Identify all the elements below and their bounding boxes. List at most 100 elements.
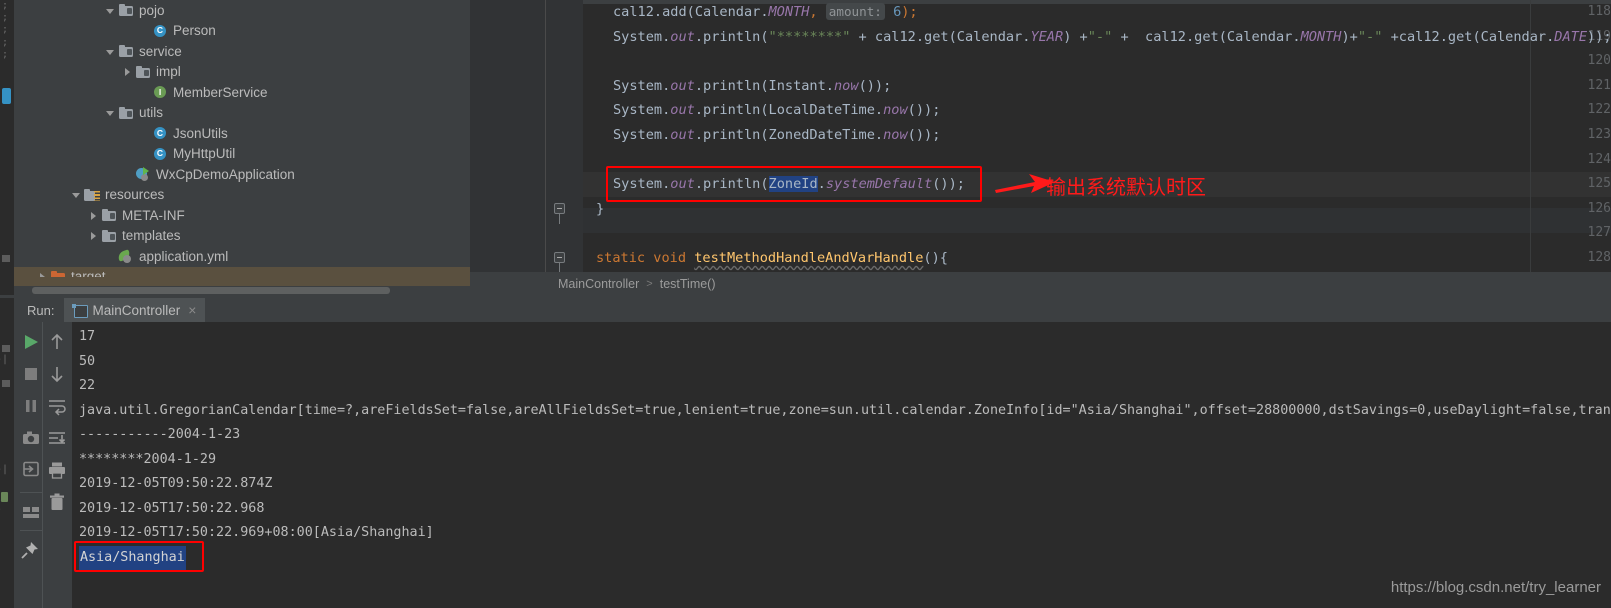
editor-gutter[interactable] bbox=[470, 0, 545, 272]
tree-item-templates[interactable]: templates bbox=[14, 226, 470, 247]
icon-detail bbox=[127, 49, 132, 56]
arrow-up-icon[interactable] bbox=[47, 332, 67, 352]
layout-icon[interactable] bbox=[21, 502, 41, 522]
tree-item-label: Person bbox=[173, 23, 216, 39]
code-line-121[interactable]: System.out.println(Instant.now()); bbox=[583, 74, 891, 99]
tree-item-jsonutils[interactable]: C JsonUtils bbox=[14, 123, 470, 144]
console-line[interactable]: 50 bbox=[79, 350, 95, 375]
pin-icon[interactable] bbox=[20, 540, 40, 560]
tree-item-utils[interactable]: utils bbox=[14, 103, 470, 124]
editor-code-area[interactable]: cal12.add(Calendar.MONTH, amount: 6); Sy… bbox=[583, 0, 1611, 272]
close-icon[interactable]: × bbox=[188, 303, 196, 317]
icon-detail bbox=[110, 213, 115, 220]
tree-item-label: service bbox=[139, 43, 182, 59]
code-token-field: out bbox=[670, 102, 695, 119]
target-folder-icon bbox=[50, 269, 66, 277]
code-token: } bbox=[596, 200, 605, 217]
tree-item-service[interactable]: service bbox=[14, 41, 470, 62]
code-line-126[interactable]: } bbox=[583, 197, 604, 222]
no-chevron bbox=[104, 250, 117, 263]
code-line-119[interactable]: System.out.println("********" + cal12.ge… bbox=[583, 25, 1611, 50]
code-token: ); bbox=[901, 4, 918, 20]
tree-item-myhttputil[interactable]: C MyHttpUtil bbox=[14, 144, 470, 165]
console-line[interactable]: java.util.GregorianCalendar[time=?,areFi… bbox=[79, 399, 1611, 424]
code-line-125[interactable]: System.out.println(ZoneId.systemDefault(… bbox=[583, 172, 965, 197]
tree-item-target[interactable]: target bbox=[14, 266, 470, 277]
chevron-right-icon[interactable] bbox=[87, 229, 100, 242]
tree-item-impl[interactable]: impl bbox=[14, 62, 470, 83]
console-line[interactable]: 2019-12-05T17:50:22.968 bbox=[79, 497, 264, 522]
run-icon[interactable] bbox=[21, 332, 41, 352]
code-token: ) + bbox=[1063, 28, 1088, 45]
icon-letter: C bbox=[156, 148, 164, 159]
export-icon[interactable] bbox=[21, 459, 41, 479]
arrow-down-icon[interactable] bbox=[47, 364, 67, 384]
console-line[interactable]: -----------2004-1-23 bbox=[79, 423, 240, 448]
tree-item-person[interactable]: C Person bbox=[14, 21, 470, 42]
print-icon[interactable] bbox=[47, 460, 67, 480]
console-line[interactable]: 2019-12-05T17:50:22.969+08:00[Asia/Shang… bbox=[79, 521, 434, 546]
breadcrumb[interactable]: MainController > testTime() bbox=[470, 272, 1611, 295]
tree-item-memberservice[interactable]: I MemberService bbox=[14, 82, 470, 103]
chevron-right-icon[interactable] bbox=[36, 270, 49, 277]
left-edge-strip: ); ); ); ); ); ; ; ; ; ) ; ; ; ; ; ; ; ;… bbox=[0, 0, 14, 608]
project-tree-panel[interactable]: pojo C Person service impl I MemberService util… bbox=[14, 0, 470, 277]
tree-item-label: META-INF bbox=[122, 207, 185, 223]
tree-item-resources[interactable]: resources bbox=[14, 185, 470, 206]
tree-item-label: resources bbox=[105, 187, 165, 203]
breadcrumb-class[interactable]: MainController bbox=[558, 277, 639, 291]
console-line[interactable]: ********2004-1-29 bbox=[79, 448, 216, 473]
fold-guide-line bbox=[559, 263, 560, 272]
code-token-constant: DATE bbox=[1554, 28, 1588, 45]
fold-marker-icon[interactable] bbox=[554, 252, 565, 263]
run-panel-tabbar: Run: MainController × bbox=[14, 298, 1611, 322]
run-configuration-icon bbox=[72, 304, 89, 318]
code-line-128[interactable]: static void testMethodHandleAndVarHandle… bbox=[583, 246, 948, 271]
scroll-to-end-icon[interactable] bbox=[47, 428, 67, 448]
tree-item-application-yml[interactable]: application.yml bbox=[14, 246, 470, 267]
camera-icon[interactable] bbox=[21, 428, 41, 448]
chevron-down-icon[interactable] bbox=[104, 106, 117, 119]
soft-wrap-icon[interactable] bbox=[47, 396, 67, 416]
ide-window: ); ); ); ); ); ; ; ; ; ) ; ; ; ; ; ; ; ;… bbox=[0, 0, 1611, 608]
folder-icon bbox=[135, 64, 151, 80]
code-token-constant: MONTH bbox=[1300, 28, 1342, 45]
no-chevron bbox=[121, 168, 134, 181]
stop-icon[interactable] bbox=[21, 364, 41, 384]
java-class-icon: C bbox=[152, 125, 168, 141]
console-line[interactable]: 22 bbox=[79, 374, 95, 399]
code-editor[interactable]: 118 119 120 121 122 123 124 125 126 127 128 cal12.… bbox=[470, 0, 1611, 272]
code-line-118[interactable]: cal12.add(Calendar.MONTH, amount: 6); bbox=[583, 0, 918, 25]
tree-item-meta-inf[interactable]: META-INF bbox=[14, 205, 470, 226]
code-token-string: "-" bbox=[1357, 28, 1383, 45]
java-interface-icon: I bbox=[152, 84, 168, 100]
tree-item-label: application.yml bbox=[139, 248, 229, 264]
run-tab-maincontroller[interactable]: MainController × bbox=[64, 298, 206, 322]
code-token: System. bbox=[613, 102, 671, 119]
selected-token-zoneid[interactable]: ZoneId bbox=[768, 176, 818, 192]
code-token: .println(Instant. bbox=[694, 77, 834, 94]
breadcrumb-method[interactable]: testTime() bbox=[660, 277, 716, 291]
chevron-right-icon[interactable] bbox=[121, 65, 134, 78]
code-keyword: static bbox=[596, 250, 646, 266]
tree-item-wxcpdemoapplication[interactable]: WxCpDemoApplication bbox=[14, 164, 470, 185]
console-line[interactable]: 17 bbox=[79, 325, 95, 350]
editor-fold-strip[interactable] bbox=[545, 0, 583, 272]
console-line-selected[interactable]: Asia/Shanghai bbox=[79, 545, 186, 570]
trash-icon[interactable] bbox=[47, 492, 67, 512]
pause-icon[interactable] bbox=[21, 396, 41, 416]
tree-horizontal-scrollbar[interactable] bbox=[14, 286, 470, 295]
green-marker-icon bbox=[1, 492, 8, 502]
console-output[interactable]: 17 50 22 java.util.GregorianCalendar[time=?… bbox=[72, 322, 1611, 608]
folder-icon bbox=[101, 228, 117, 244]
tree-item-pojo[interactable]: pojo bbox=[14, 0, 470, 21]
fold-marker-icon[interactable] bbox=[554, 203, 565, 214]
chevron-down-icon[interactable] bbox=[70, 188, 83, 201]
chevron-down-icon[interactable] bbox=[104, 45, 117, 58]
chevron-right-icon[interactable] bbox=[87, 209, 100, 222]
chevron-down-icon[interactable] bbox=[104, 4, 117, 17]
console-line[interactable]: 2019-12-05T09:50:22.874Z bbox=[79, 472, 272, 497]
scrollbar-thumb[interactable] bbox=[32, 287, 390, 294]
code-line-123[interactable]: System.out.println(ZonedDateTime.now()); bbox=[583, 123, 940, 148]
code-line-122[interactable]: System.out.println(LocalDateTime.now()); bbox=[583, 98, 940, 123]
